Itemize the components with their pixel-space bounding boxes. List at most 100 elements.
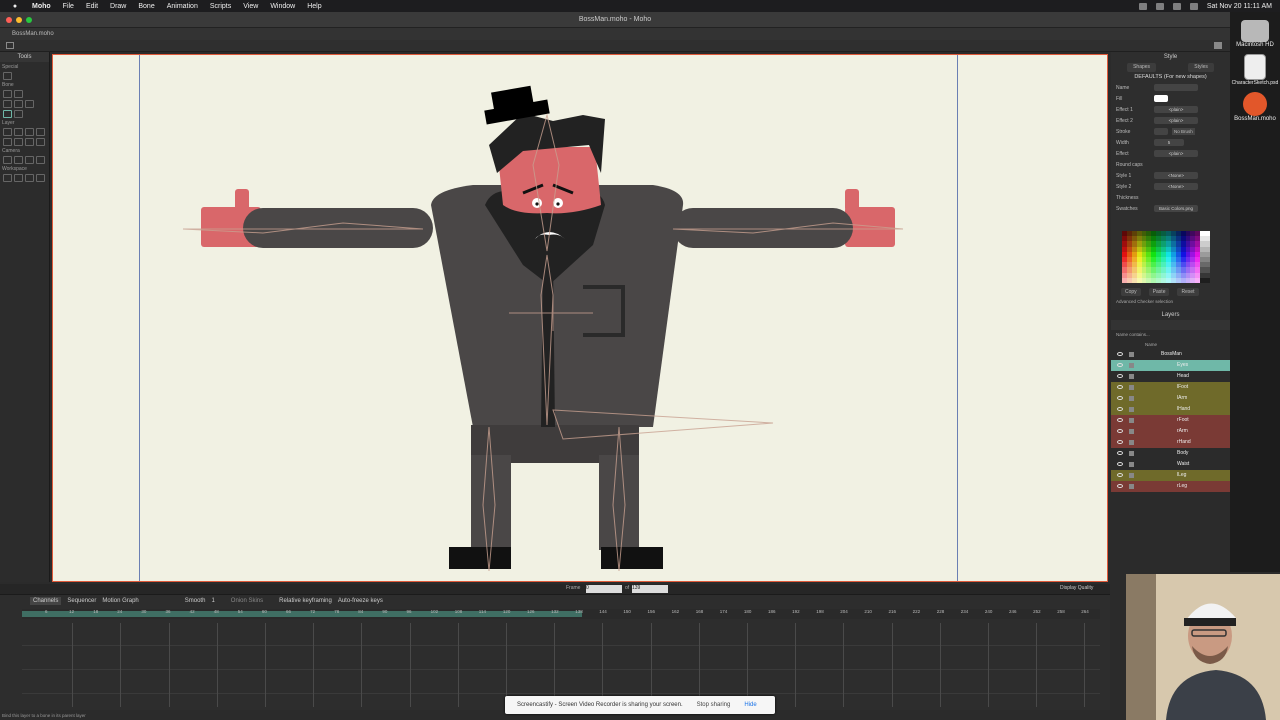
- left-foot[interactable]: [601, 547, 663, 569]
- visibility-eye-icon[interactable]: [1117, 451, 1123, 455]
- layer-row-waist[interactable]: Waist: [1111, 459, 1230, 470]
- onion-skins-button[interactable]: Onion Skins: [231, 598, 263, 604]
- layer-color-icon[interactable]: [1129, 352, 1134, 357]
- scale-layer-icon[interactable]: [25, 128, 34, 136]
- close-window-icon[interactable]: [6, 17, 12, 23]
- bind-layer-icon[interactable]: [3, 110, 12, 118]
- menu-animation[interactable]: Animation: [167, 3, 198, 10]
- tab-sequencer[interactable]: Sequencer: [67, 598, 96, 604]
- fill-color-swatch[interactable]: [1154, 95, 1168, 102]
- tab-channels[interactable]: Channels: [30, 597, 62, 605]
- display-quality-button[interactable]: Display Quality: [1060, 585, 1093, 591]
- left-leg[interactable]: [599, 455, 639, 550]
- effect2-select[interactable]: <plain>: [1154, 117, 1198, 124]
- orbit-icon[interactable]: [36, 174, 45, 182]
- character-bossman[interactable]: [53, 55, 1108, 582]
- width-field[interactable]: 5: [1154, 139, 1184, 146]
- visibility-eye-icon[interactable]: [1117, 440, 1123, 444]
- layer-color-icon[interactable]: [1129, 418, 1134, 423]
- tab-shapes[interactable]: Shapes: [1127, 63, 1157, 72]
- translate-layer-icon[interactable]: [14, 128, 23, 136]
- layer-row-bossman[interactable]: BossMan: [1111, 349, 1230, 360]
- hide-button[interactable]: Hide: [744, 702, 756, 708]
- menu-app[interactable]: Moho: [32, 3, 51, 10]
- layout-icon[interactable]: [1214, 42, 1222, 49]
- layer-row-lfoot[interactable]: lFoot: [1111, 382, 1230, 393]
- translate-bone-icon[interactable]: [14, 90, 23, 98]
- layer-row-eyes[interactable]: Eyes: [1111, 360, 1230, 371]
- swatches-grid[interactable]: [1122, 231, 1210, 283]
- flip-layer-icon[interactable]: [3, 138, 12, 146]
- effect-select[interactable]: <plain>: [1154, 150, 1198, 157]
- layer-row-lhand[interactable]: lHand: [1111, 404, 1230, 415]
- menu-help[interactable]: Help: [307, 3, 321, 10]
- battery-icon[interactable]: [1155, 2, 1164, 10]
- add-bone-icon[interactable]: [3, 100, 12, 108]
- layer-color-icon[interactable]: [1129, 396, 1134, 401]
- visibility-eye-icon[interactable]: [1117, 429, 1123, 433]
- layer-color-icon[interactable]: [1129, 462, 1134, 467]
- visibility-eye-icon[interactable]: [1117, 418, 1123, 422]
- menu-edit[interactable]: Edit: [86, 3, 98, 10]
- bone-strength-icon[interactable]: [25, 100, 34, 108]
- layer-color-icon[interactable]: [1129, 374, 1134, 379]
- visibility-eye-icon[interactable]: [1117, 396, 1123, 400]
- wifi-icon[interactable]: [1138, 2, 1147, 10]
- layer-color-icon[interactable]: [1129, 440, 1134, 445]
- hard-drive-icon[interactable]: [1241, 20, 1269, 42]
- apple-icon[interactable]: ●: [10, 3, 20, 10]
- layer-color-icon[interactable]: [1129, 407, 1134, 412]
- layer-row-body[interactable]: Body: [1111, 448, 1230, 459]
- bind-points-icon[interactable]: [14, 110, 23, 118]
- layer-row-head[interactable]: Head: [1111, 371, 1230, 382]
- select-tool-icon[interactable]: [3, 72, 12, 80]
- visibility-eye-icon[interactable]: [1117, 363, 1123, 367]
- layer-row-lleg[interactable]: lLeg: [1111, 470, 1230, 481]
- search-icon[interactable]: [1172, 2, 1181, 10]
- visibility-eye-icon[interactable]: [1117, 374, 1123, 378]
- moho-file-icon[interactable]: [1243, 92, 1267, 116]
- no-brush-button[interactable]: No Brush: [1172, 128, 1195, 135]
- menu-draw[interactable]: Draw: [110, 3, 126, 10]
- camera-track-icon[interactable]: [3, 156, 12, 164]
- zoom-window-icon[interactable]: [26, 17, 32, 23]
- layer-color-icon[interactable]: [1129, 473, 1134, 478]
- left-arm[interactable]: [673, 208, 853, 248]
- layer-row-rleg[interactable]: rLeg: [1111, 481, 1230, 492]
- menu-window[interactable]: Window: [270, 3, 295, 10]
- interpolation-select[interactable]: Smooth: [185, 598, 206, 604]
- rotate-workspace-icon[interactable]: [25, 174, 34, 182]
- relative-keyframing-toggle[interactable]: Relative keyframing: [279, 598, 332, 604]
- layer-color-icon[interactable]: [1129, 429, 1134, 434]
- layer-color-icon[interactable]: [1129, 451, 1134, 456]
- auto-freeze-checkbox[interactable]: Auto-freeze keys: [338, 598, 383, 604]
- hand-icon[interactable]: [3, 174, 12, 182]
- layer-color-icon[interactable]: [1129, 484, 1134, 489]
- reparent-bone-icon[interactable]: [14, 100, 23, 108]
- visibility-eye-icon[interactable]: [1117, 462, 1123, 466]
- layer-row-larm[interactable]: lArm: [1111, 393, 1230, 404]
- layers-toolbar[interactable]: [1111, 320, 1230, 330]
- set-origin-icon[interactable]: [3, 128, 12, 136]
- text-tool-icon[interactable]: [25, 138, 34, 146]
- stop-sharing-button[interactable]: Stop sharing: [697, 702, 731, 708]
- paste-button[interactable]: Paste: [1148, 288, 1170, 296]
- right-leg[interactable]: [471, 455, 511, 550]
- right-foot[interactable]: [449, 547, 511, 569]
- camera-zoom-icon[interactable]: [14, 156, 23, 164]
- canvas[interactable]: [52, 54, 1108, 582]
- select-bone-icon[interactable]: [3, 90, 12, 98]
- layer-color-icon[interactable]: [1129, 385, 1134, 390]
- layer-row-rhand[interactable]: rHand: [1111, 437, 1230, 448]
- document-tab[interactable]: BossMan.moho: [0, 28, 1230, 40]
- stroke-color-swatch[interactable]: [1154, 128, 1168, 135]
- desktop-item-moho[interactable]: BossMan.moho: [1230, 116, 1280, 122]
- eyedropper-icon[interactable]: [36, 138, 45, 146]
- layer-color-icon[interactable]: [1129, 363, 1134, 368]
- tab-motion-graph[interactable]: Motion Graph: [102, 598, 138, 604]
- color-swatch[interactable]: [1205, 277, 1210, 283]
- control-center-icon[interactable]: [1189, 2, 1198, 10]
- clock[interactable]: Sat Nov 20 11:11 AM: [1207, 3, 1272, 10]
- shear-layer-icon[interactable]: [14, 138, 23, 146]
- visibility-eye-icon[interactable]: [1117, 352, 1123, 356]
